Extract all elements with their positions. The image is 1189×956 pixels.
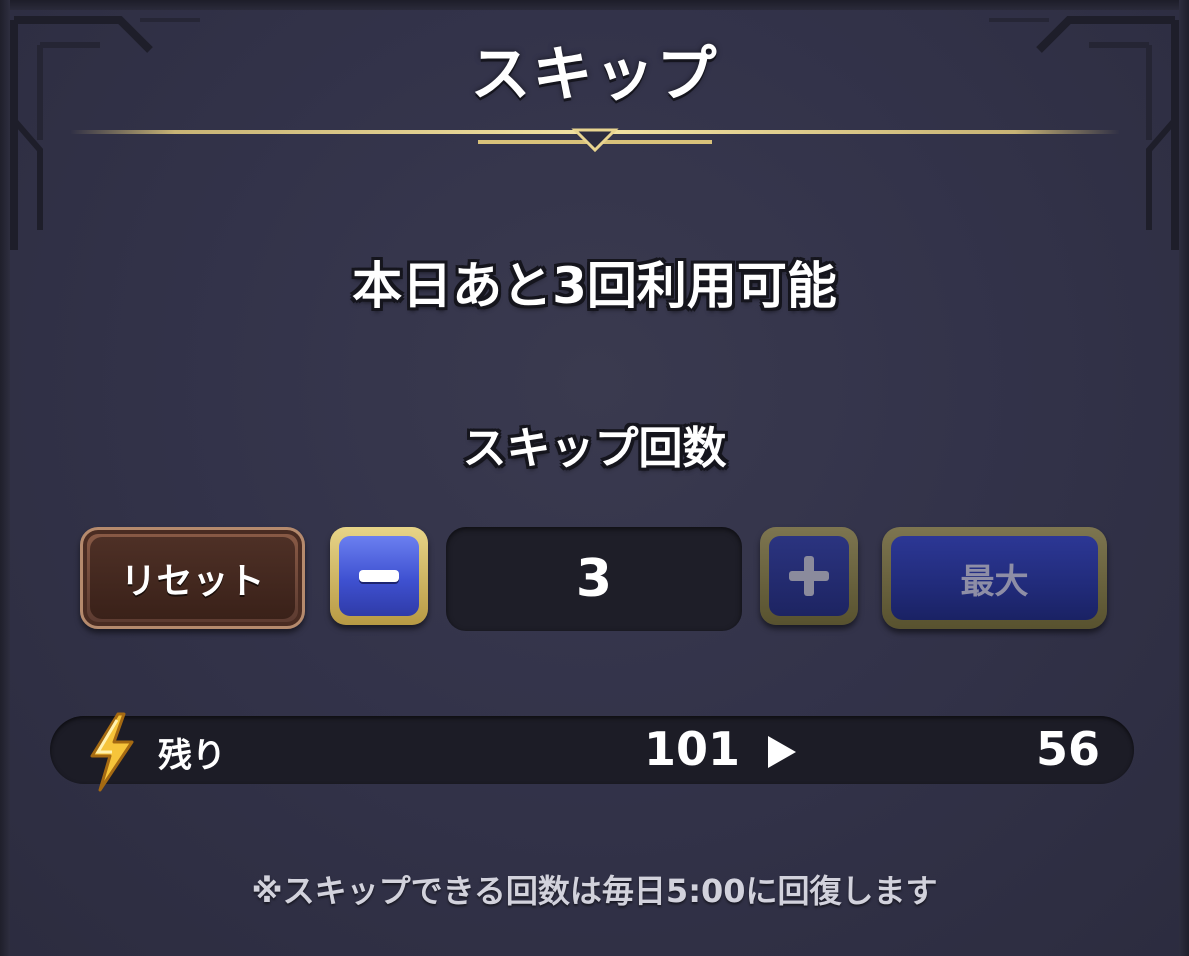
increment-button[interactable] bbox=[760, 527, 858, 625]
stamina-label: 残り bbox=[158, 736, 226, 776]
max-button-label: 最大 bbox=[891, 536, 1098, 620]
minus-icon bbox=[339, 536, 419, 616]
reset-button[interactable]: リセット bbox=[80, 527, 305, 629]
skip-count-value: 3 bbox=[446, 527, 742, 631]
reset-button-label: リセット bbox=[90, 537, 295, 619]
skip-count-label: スキップ回数 bbox=[462, 423, 727, 474]
plus-icon bbox=[769, 536, 849, 616]
stamina-after: 56 bbox=[1035, 722, 1100, 776]
dialog-title: スキップ bbox=[470, 40, 719, 110]
skip-dialog: スキップ 本日あと3回利用可能 スキップ回数 リセット 3 最大 残り 101 … bbox=[0, 0, 1189, 956]
availability-text: 本日あと3回利用可能 bbox=[352, 257, 837, 315]
decrement-button[interactable] bbox=[330, 527, 428, 625]
title-divider bbox=[70, 128, 1120, 153]
right-triangle-arrow-icon bbox=[768, 736, 796, 768]
max-button[interactable]: 最大 bbox=[882, 527, 1107, 629]
stamina-bar: 残り 101 56 bbox=[50, 712, 1134, 792]
recovery-note: ※スキップできる回数は毎日5:00に回復します bbox=[251, 872, 938, 910]
lightning-bolt-icon bbox=[90, 712, 134, 792]
stamina-current: 101 bbox=[643, 722, 740, 776]
